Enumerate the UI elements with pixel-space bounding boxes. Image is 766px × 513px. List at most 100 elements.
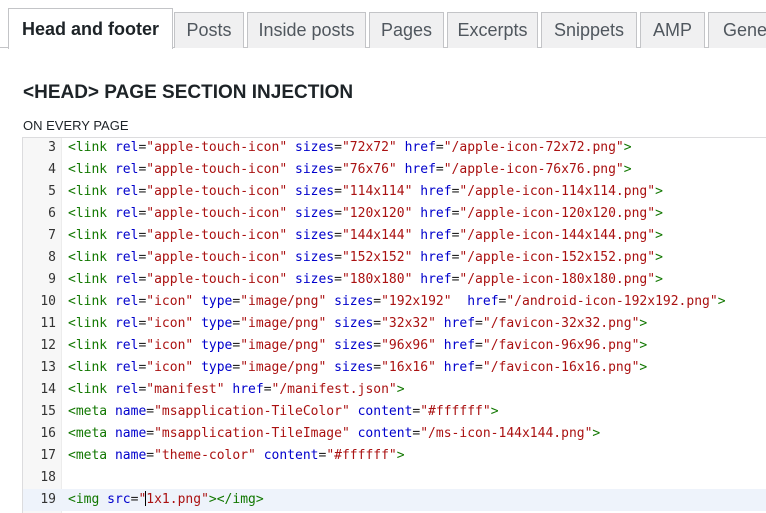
code-line[interactable]: 16 <meta name="msapplication-TileImage" c…: [23, 423, 766, 445]
code-text[interactable]: <img src="1x1.png"></img>: [68, 489, 264, 511]
code-token: <link: [68, 250, 108, 265]
code-line[interactable]: 15 <meta name="msapplication-TileColor" c…: [23, 401, 766, 423]
code-line[interactable]: 10 <link rel="icon" type="image/png" size…: [23, 291, 766, 313]
code-token: =: [373, 294, 382, 309]
code-line[interactable]: 4 <link rel="apple-touch-icon" sizes="76x…: [23, 159, 766, 181]
code-token: "icon": [146, 360, 194, 375]
code-token: ></img>: [208, 492, 264, 507]
tab-pages[interactable]: Pages: [369, 12, 444, 48]
code-text[interactable]: <meta name="theme-color" content="#fffff…: [68, 445, 405, 467]
code-token: "/apple-icon-72x72.png": [443, 140, 624, 155]
code-line[interactable]: 3 <link rel="apple-touch-icon" sizes="72x…: [23, 138, 766, 159]
code-token: type: [201, 316, 233, 331]
code-line[interactable]: 13 <link rel = "icon" type = "image/png" size…: [23, 357, 766, 379]
line-number: 5: [48, 184, 56, 199]
code-text[interactable]: <link rel="icon" type="image/png" sizes=…: [68, 291, 726, 313]
code-token: "/apple-icon-76x76.png": [443, 162, 624, 177]
code-token: >: [396, 448, 405, 463]
section-subtitle: ON EVERY PAGE: [23, 118, 129, 133]
code-line[interactable]: 19 <img src="1x1.png"></img>: [23, 489, 766, 511]
line-number: 18: [40, 470, 56, 485]
tab-snippets[interactable]: Snippets: [541, 12, 637, 48]
code-line[interactable]: 9 <link rel="apple-touch-icon" sizes="180…: [23, 269, 766, 291]
code-text[interactable]: <link rel="apple-touch-icon" sizes="72x7…: [68, 138, 632, 159]
code-text[interactable]: <link rel="apple-touch-icon" sizes="76x7…: [68, 159, 632, 181]
code-text[interactable]: <link rel="apple-touch-icon" sizes="152x…: [68, 247, 663, 269]
code-text[interactable]: <link rel="icon" type="image/png" sizes=…: [68, 357, 647, 379]
line-number: 10: [40, 294, 56, 309]
code-token: >: [655, 272, 663, 287]
code-token: <link: [68, 206, 108, 221]
code-token: <link: [68, 338, 108, 353]
code-text[interactable]: <meta name="msapplication-TileColor" con…: [68, 401, 499, 423]
tab-amp[interactable]: AMP: [640, 12, 705, 48]
code-token: "/apple-icon-114x114.png": [459, 184, 656, 199]
code-line[interactable]: 14 <link rel="manifest" href="/manifest.j…: [23, 379, 766, 401]
code-token: "msapplication-TileColor": [154, 404, 350, 419]
code-token: href: [443, 316, 476, 331]
code-token: rel: [114, 294, 139, 309]
code-token: sizes: [334, 360, 374, 375]
code-token: >: [592, 426, 601, 441]
tab-inside-posts[interactable]: Inside posts: [247, 12, 366, 48]
tab-excerpts[interactable]: Excerpts: [447, 12, 538, 48]
code-text[interactable]: <link rel="apple-touch-icon" sizes="120x…: [68, 203, 663, 225]
code-token: rel: [114, 140, 139, 155]
line-number: 8: [48, 250, 56, 265]
code-token: <link: [68, 382, 108, 397]
code-token: rel: [114, 162, 139, 177]
code-line[interactable]: 12 <link rel = "icon" type = "image/png" size…: [23, 335, 766, 357]
code-line[interactable]: 5 <link rel="apple-touch-icon" sizes="114…: [23, 181, 766, 203]
code-text[interactable]: <link rel="apple-touch-icon" sizes="144x…: [68, 225, 663, 247]
code-token: <img: [68, 492, 100, 507]
code-token: "/manifest.json": [271, 382, 397, 397]
tab-head-and-footer[interactable]: Head and footer: [8, 8, 173, 49]
line-number: 13: [40, 360, 56, 375]
code-line[interactable]: 17 <meta name="theme-color" content="#fff…: [23, 445, 766, 467]
code-token: =: [334, 272, 342, 287]
code-token: "/apple-icon-144x144.png": [459, 228, 656, 243]
code-line[interactable]: 18: [23, 467, 766, 489]
code-token: >: [655, 250, 663, 265]
code-token: "16x16": [381, 360, 436, 375]
code-token: content: [357, 404, 413, 419]
code-line[interactable]: 11 <link rel = "icon" type = "image/png" size…: [23, 313, 766, 335]
line-number: 15: [40, 404, 56, 419]
code-token: =: [334, 162, 342, 177]
code-line[interactable]: 8 <link rel="apple-touch-icon" sizes="152…: [23, 247, 766, 269]
code-token: "180x180": [341, 272, 413, 287]
code-token: =: [373, 316, 382, 331]
code-line[interactable]: 7 <link rel="apple-touch-icon" sizes="144…: [23, 225, 766, 247]
code-text[interactable]: <link rel="icon" type="image/png" sizes=…: [68, 313, 647, 335]
code-line[interactable]: 6 <link rel="apple-touch-icon" sizes="120…: [23, 203, 766, 225]
code-token: rel: [114, 272, 139, 287]
code-text[interactable]: <link rel="manifest" href="/manifest.jso…: [68, 379, 405, 401]
code-text[interactable]: <link rel="icon" type="image/png" sizes=…: [68, 335, 647, 357]
code-token: >: [623, 162, 632, 177]
tab-posts[interactable]: Posts: [174, 12, 244, 48]
code-text[interactable]: <meta name="msapplication-TileImage" con…: [68, 423, 600, 445]
code-token: "msapplication-TileImage": [154, 426, 350, 441]
code-text[interactable]: <link rel="apple-touch-icon" sizes="114x…: [68, 181, 663, 203]
code-token: href: [232, 382, 264, 397]
tab-general[interactable]: Gener: [708, 12, 766, 48]
code-token: "#ffffff": [420, 404, 491, 419]
code-editor[interactable]: 3 <link rel="apple-touch-icon" sizes="72x…: [22, 137, 766, 513]
code-token: =: [373, 338, 382, 353]
code-token: name: [114, 426, 147, 441]
code-token: =: [435, 140, 444, 155]
code-text[interactable]: <link rel="apple-touch-icon" sizes="180x…: [68, 269, 663, 291]
